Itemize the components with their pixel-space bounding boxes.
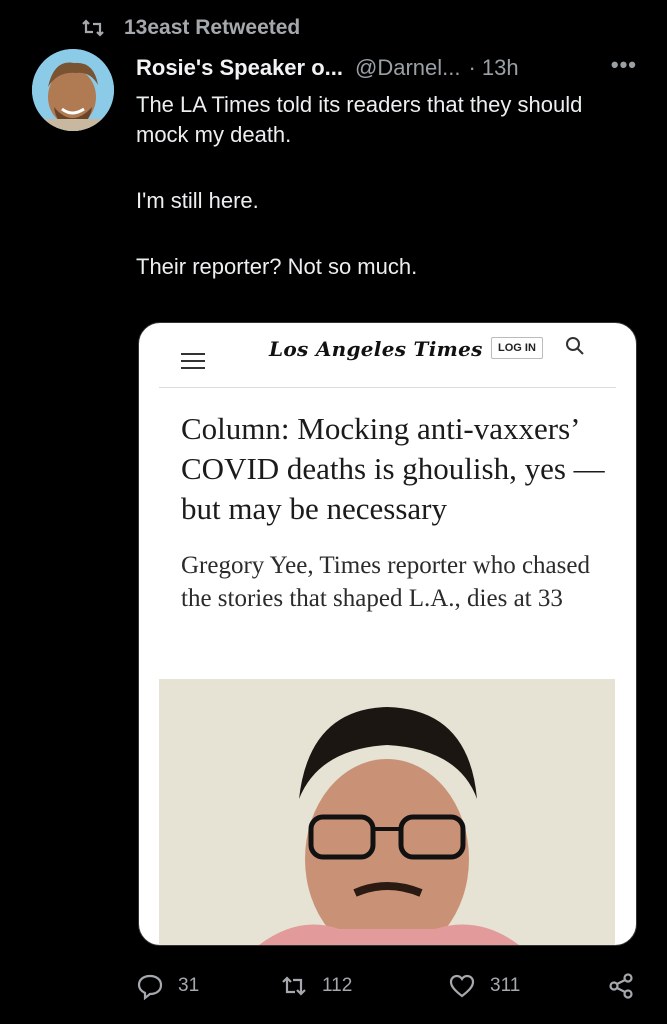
attached-image-card[interactable]: Los Angeles Times LOG IN Column: Mocking…	[138, 322, 637, 946]
share-button[interactable]	[608, 972, 636, 1000]
user-handle[interactable]: @Darnel...	[355, 55, 460, 81]
share-icon	[609, 973, 633, 999]
tweet-paragraph: I'm still here.	[136, 188, 259, 213]
reply-icon	[137, 974, 163, 1000]
reply-count: 31	[178, 975, 200, 996]
avatar[interactable]	[32, 49, 114, 131]
tweet-time[interactable]: · 13h	[468, 55, 518, 81]
retweet-label: 13east Retweeted	[124, 16, 301, 39]
retweet-icon	[282, 976, 306, 996]
retweet-count: 112	[322, 975, 353, 996]
article-headline: Column: Mocking anti-vaxxers’ COVID deat…	[181, 411, 605, 526]
tweet-actions: 31 112 311	[130, 968, 650, 1004]
search-icon	[566, 337, 584, 355]
article-photo	[159, 679, 615, 945]
site-logo: Los Angeles Times	[269, 337, 483, 361]
hamburger-menu-icon	[181, 348, 205, 374]
heart-icon	[449, 974, 475, 998]
tweet-paragraph: Their reporter? Not so much.	[136, 254, 418, 279]
article-subhead: Gregory Yee, Times reporter who chased t…	[181, 552, 590, 612]
display-name[interactable]: Rosie's Speaker o...	[136, 55, 343, 81]
retweet-button[interactable]: 112	[280, 972, 352, 1000]
tweet-header: Rosie's Speaker o... @Darnel... · 13h ••…	[136, 52, 643, 84]
tweet-text: The LA Times told its readers that they …	[136, 90, 636, 282]
tweet-paragraph: The LA Times told its readers that they …	[136, 92, 583, 147]
retweet-indicator: 13east Retweeted	[80, 14, 300, 42]
like-count: 311	[490, 975, 521, 996]
more-options-icon[interactable]: •••	[611, 52, 637, 78]
login-button: LOG IN	[491, 337, 543, 359]
retweet-icon	[82, 19, 104, 37]
reply-button[interactable]: 31	[136, 972, 199, 1000]
like-button[interactable]: 311	[448, 972, 520, 1000]
